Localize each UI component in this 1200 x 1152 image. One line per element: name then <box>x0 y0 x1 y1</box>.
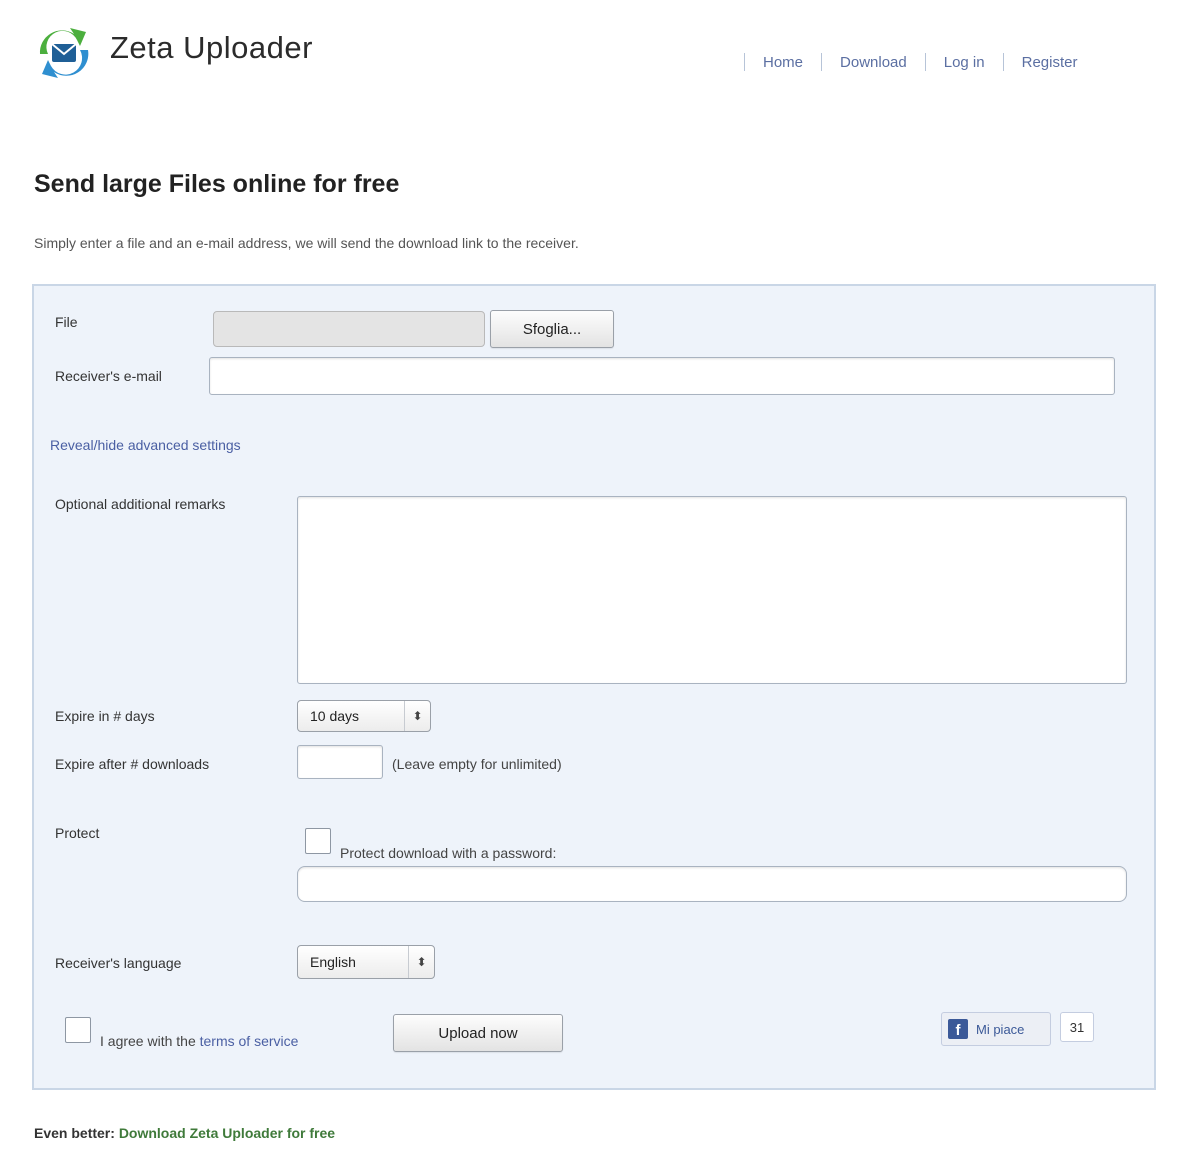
expire-downloads-label: Expire after # downloads <box>55 756 210 772</box>
facebook-like-button[interactable]: f Mi piace <box>941 1012 1051 1046</box>
facebook-icon: f <box>948 1019 968 1039</box>
remarks-textarea[interactable] <box>297 496 1127 684</box>
app-title: Zeta Uploader <box>110 30 313 65</box>
expire-downloads-input[interactable] <box>297 745 383 779</box>
protect-password-checkbox[interactable] <box>305 828 331 854</box>
expire-days-select[interactable]: 10 days ⬍ <box>297 700 431 732</box>
agree-terms-checkbox[interactable] <box>65 1017 91 1043</box>
updown-arrows-icon: ⬍ <box>408 946 434 978</box>
intro-text: Simply enter a file and an e-mail addres… <box>34 235 579 251</box>
agree-terms-text: I agree with the terms of service <box>100 1033 298 1049</box>
language-label: Receiver's language <box>55 955 182 971</box>
advanced-settings-link[interactable]: Reveal/hide advanced settings <box>50 437 241 453</box>
password-input[interactable] <box>297 866 1127 902</box>
nav-separator <box>744 53 745 71</box>
upload-form-panel <box>32 284 1156 1090</box>
nav-separator <box>1002 53 1004 71</box>
receiver-language-select[interactable]: English ⬍ <box>297 945 435 979</box>
terms-of-service-link[interactable]: terms of service <box>200 1033 299 1049</box>
file-path-field[interactable] <box>213 311 485 347</box>
remarks-label: Optional additional remarks <box>55 496 226 512</box>
agree-prefix: I agree with the <box>100 1033 196 1049</box>
protect-label: Protect <box>55 825 100 841</box>
page-title: Send large Files online for free <box>34 170 400 198</box>
receiver-email-input[interactable] <box>209 357 1115 395</box>
expire-days-label: Expire in # days <box>55 708 155 724</box>
nav-register-link[interactable]: Register <box>1012 54 1088 71</box>
like-count-badge: 31 <box>1060 1012 1094 1042</box>
language-value: English <box>310 954 356 970</box>
zeta-logo-icon <box>39 28 89 78</box>
nav-login-link[interactable]: Log in <box>934 54 995 71</box>
nav-separator <box>924 53 926 71</box>
choose-file-button[interactable]: Sfoglia... <box>490 310 614 348</box>
email-label: Receiver's e-mail <box>55 368 162 384</box>
expire-downloads-hint: (Leave empty for unlimited) <box>392 756 562 772</box>
nav-separator <box>821 53 823 71</box>
top-nav: Home Download Log in Register <box>736 52 1087 72</box>
nav-home-link[interactable]: Home <box>753 54 813 71</box>
protect-password-text: Protect download with a password: <box>340 845 557 861</box>
updown-arrows-icon: ⬍ <box>404 701 430 731</box>
footer-promo: Even better: Download Zeta Uploader for … <box>34 1125 335 1141</box>
like-label: Mi piace <box>976 1021 1025 1037</box>
expire-days-value: 10 days <box>310 708 360 724</box>
download-app-link[interactable]: Download Zeta Uploader for free <box>119 1125 335 1141</box>
nav-download-link[interactable]: Download <box>830 54 917 71</box>
upload-now-button[interactable]: Upload now <box>393 1014 563 1052</box>
file-label: File <box>55 314 78 330</box>
footer-prefix: Even better: <box>34 1125 115 1141</box>
